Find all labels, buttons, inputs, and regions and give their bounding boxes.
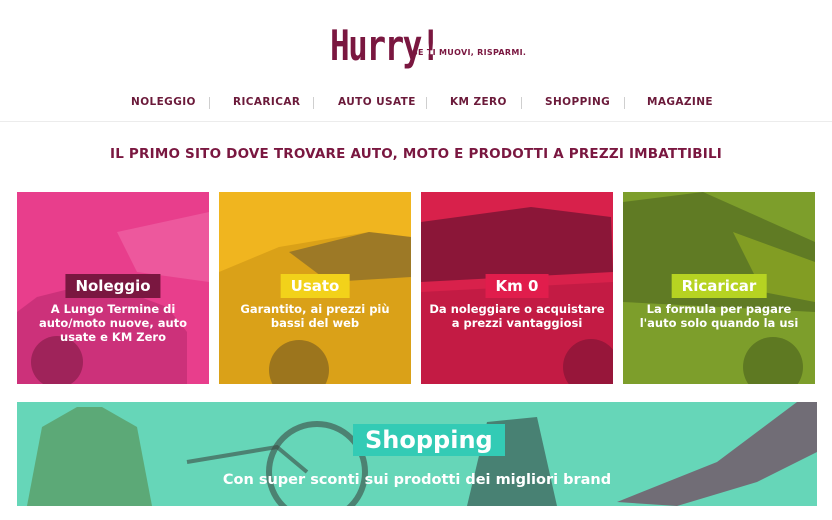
card-title: Noleggio — [65, 274, 161, 298]
nav-item-shopping[interactable]: SHOPPING — [545, 96, 610, 108]
banner-description: Con super sconti sui prodotti dei miglio… — [222, 472, 612, 488]
card-title: Km 0 — [485, 274, 549, 298]
card-title: Ricaricar — [671, 274, 767, 298]
logo-tagline: SE TI MUOVI, RISPARMI. — [412, 48, 527, 57]
nav-item-ricaricar[interactable]: RICARICAR — [233, 96, 300, 108]
card-description: Garantito, ai prezzi più bassi del web — [240, 302, 390, 330]
card-ricaricar[interactable]: Ricaricar La formula per pagare l'auto s… — [623, 192, 815, 384]
card-usato[interactable]: Usato Garantito, ai prezzi più bassi del… — [219, 192, 411, 384]
nav-divider — [426, 97, 427, 109]
site-header: Hurry! SE TI MUOVI, RISPARMI. NOLEGGIO R… — [0, 0, 832, 122]
nav-item-km-zero[interactable]: KM ZERO — [450, 96, 507, 108]
nav-divider — [624, 97, 625, 109]
page-tagline: IL PRIMO SITO DOVE TROVARE AUTO, MOTO E … — [109, 146, 722, 162]
nav-item-auto-usate[interactable]: AUTO USATE — [338, 96, 416, 108]
site-logo[interactable]: Hurry! SE TI MUOVI, RISPARMI. — [330, 14, 526, 84]
card-title: Usato — [280, 274, 350, 298]
nav-divider — [313, 97, 314, 109]
card-description: La formula per pagare l'auto solo quando… — [639, 302, 799, 330]
card-km0[interactable]: Km 0 Da noleggiare o acquistare a prezzi… — [421, 192, 613, 384]
main-nav: NOLEGGIO RICARICAR AUTO USATE KM ZERO SH… — [0, 96, 832, 112]
banner-title: Shopping — [353, 424, 505, 456]
nav-item-magazine[interactable]: MAGAZINE — [647, 96, 713, 108]
card-description: A Lungo Termine di auto/moto nuove, auto… — [38, 302, 188, 344]
nav-divider — [209, 97, 210, 109]
card-description: Da noleggiare o acquistare a prezzi vant… — [429, 302, 605, 330]
logo-wordmark: Hurry! — [330, 21, 441, 70]
card-noleggio[interactable]: Noleggio A Lungo Termine di auto/moto nu… — [17, 192, 209, 384]
shopping-banner[interactable]: Shopping Con super sconti sui prodotti d… — [17, 402, 817, 506]
nav-item-noleggio[interactable]: NOLEGGIO — [131, 96, 196, 108]
nav-divider — [521, 97, 522, 109]
